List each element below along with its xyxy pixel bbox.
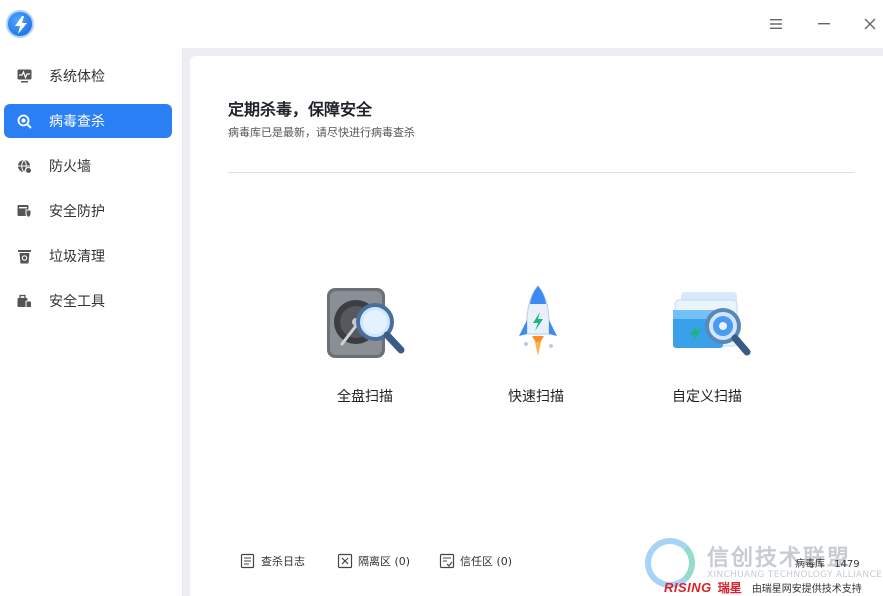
virus-db-version: 病毒库 1479 (795, 555, 860, 570)
folder-magnifier-icon (667, 284, 751, 368)
quick-scan-label: 快速扫描 (508, 389, 564, 405)
sidebar-item-firewall[interactable]: 防火墙 (4, 149, 172, 183)
sidebar-item-label: 安全工具 (49, 294, 105, 310)
minimize-icon[interactable] (812, 12, 836, 36)
sidebar-item-system-check[interactable]: 系统体检 (4, 59, 172, 93)
trust-zone-label: 信任区 (0) (460, 555, 513, 568)
log-document-icon (240, 553, 256, 569)
rising-cn-logo: 瑞星 (717, 581, 742, 595)
divider (228, 172, 854, 173)
virus-db-label: 病毒库 (795, 559, 825, 570)
full-scan-label: 全盘扫描 (337, 389, 393, 405)
rocket-icon (496, 284, 580, 368)
sidebar-item-label: 垃圾清理 (49, 249, 105, 265)
page-title: 定期杀毒，保障安全 (228, 100, 373, 119)
quarantine-box-icon (337, 553, 353, 569)
sidebar-item-security-tools[interactable]: 安全工具 (4, 284, 172, 318)
sidebar-item-virus-scan[interactable]: 病毒查杀 (4, 104, 172, 138)
firewall-globe-icon (16, 158, 32, 174)
sidebar-item-junk-cleanup[interactable]: 垃圾清理 (4, 239, 172, 273)
custom-scan-button[interactable]: 自定义扫描 (637, 284, 777, 414)
toolbox-icon (16, 293, 32, 309)
virus-scan-icon (16, 113, 32, 129)
database-status-text: 病毒库已是最新，请尽快进行病毒查杀 (228, 126, 415, 139)
quarantine-label: 隔离区 (0) (358, 555, 411, 568)
rising-logo: RISING (664, 580, 712, 595)
trust-zone-link[interactable]: 信任区 (0) (439, 553, 512, 569)
hard-disk-magnifier-icon (325, 284, 409, 368)
full-scan-button[interactable]: 全盘扫描 (295, 284, 435, 414)
sidebar-item-label: 安全防护 (49, 204, 105, 220)
quarantine-link[interactable]: 隔离区 (0) (337, 553, 410, 569)
main-panel: 定期杀毒，保障安全 病毒库已是最新，请尽快进行病毒查杀 全盘扫描 快速扫描 自定… (190, 56, 883, 596)
sidebar-item-label: 系统体检 (49, 69, 105, 85)
app-logo-icon (6, 10, 34, 38)
sidebar-item-label: 防火墙 (49, 159, 91, 175)
trust-zone-icon (439, 553, 455, 569)
virus-db-number: 1479 (834, 559, 860, 570)
custom-scan-label: 自定义扫描 (672, 389, 742, 405)
vendor-support-text: 由瑞星网安提供技术支持 (751, 584, 862, 595)
scan-log-label: 查杀日志 (261, 555, 305, 568)
close-icon[interactable] (858, 12, 882, 36)
vendor-credit: RISING 瑞星 由瑞星网安提供技术支持 (664, 579, 862, 596)
menu-icon[interactable] (764, 12, 788, 36)
title-bar (0, 0, 883, 48)
shield-folder-icon (16, 203, 32, 219)
trash-bin-icon (16, 248, 32, 264)
sidebar: 系统体检 病毒查杀 防火墙 安全防护 垃圾清理 安全工具 (0, 48, 183, 596)
sidebar-item-security-protection[interactable]: 安全防护 (4, 194, 172, 228)
scan-log-link[interactable]: 查杀日志 (240, 553, 305, 569)
sidebar-item-label: 病毒查杀 (49, 114, 105, 130)
quick-scan-button[interactable]: 快速扫描 (466, 284, 606, 414)
monitor-pulse-icon (16, 68, 32, 84)
